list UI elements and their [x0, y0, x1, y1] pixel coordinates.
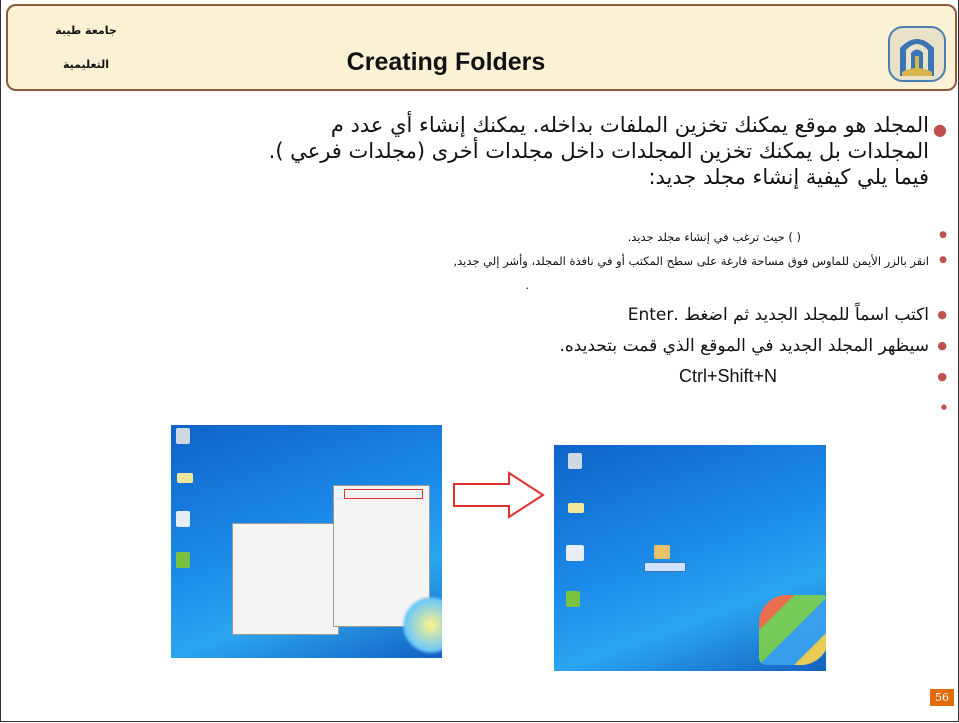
bullet-main-line2: المجلدات بل يمكنك تخزين المجلدات داخل مج… [268, 139, 929, 163]
page-number: 56 [930, 689, 954, 706]
recycle-bin-icon [176, 428, 190, 444]
word-document-icon [566, 545, 584, 561]
bullet-main-line3: فيما يلي كيفية إنشاء مجلد جديد: [648, 165, 929, 189]
step-3: اكتب اسماً للمجلد الجديد ثم اضغط .Enter [627, 305, 929, 325]
right-arrow-icon [453, 471, 545, 519]
desktop-context-menu-screenshot [171, 425, 442, 658]
folder-icon [568, 503, 584, 513]
folder-icon [177, 473, 193, 483]
new-folder-name-field [644, 562, 686, 572]
university-name-line1: جامعة طيبة [55, 24, 117, 37]
bullet-dot: ● [939, 255, 947, 265]
bullet-dot: ● [937, 339, 947, 352]
slide: جامعة طيبة التعليمية Creating Folders ● … [0, 0, 959, 722]
slide-title: Creating Folders [346, 48, 546, 76]
bullet-dot: ● [937, 370, 947, 383]
context-menu [232, 523, 339, 635]
app-icon [566, 591, 580, 607]
university-name-line2: التعليمية [62, 58, 110, 71]
university-emblem-icon [888, 26, 946, 82]
desktop-new-folder-screenshot [554, 445, 826, 671]
document-icon [176, 511, 190, 527]
new-folder-icon [654, 545, 670, 559]
step-2-continuation: . [525, 278, 529, 292]
bullet-dot: ● [940, 403, 947, 411]
bullet-dot: ● [933, 120, 947, 139]
step-1: ( ) حيث ترغب في إنشاء مجلد جديد. [627, 230, 801, 244]
step-4: سيظهر المجلد الجديد في الموقع الذي قمت ب… [559, 336, 929, 356]
windows-logo [759, 595, 826, 665]
bullet-dot: ● [939, 230, 947, 240]
folder-menu-item-highlight [344, 489, 423, 499]
step-2: انقر بالزر الأيمن للماوس فوق مساحة فارغة… [453, 254, 929, 268]
step-5-shortcut: Ctrl+Shift+N [678, 366, 777, 386]
bullet-main-line1: المجلد هو موقع يمكنك تخزين الملفات بداخل… [330, 113, 929, 137]
recycle-bin-icon [568, 453, 582, 469]
app-icon [176, 552, 190, 568]
bullet-main: ● المجلد هو موقع يمكنك تخزين الملفات بدا… [89, 112, 947, 190]
bullet-dot: ● [937, 308, 947, 321]
